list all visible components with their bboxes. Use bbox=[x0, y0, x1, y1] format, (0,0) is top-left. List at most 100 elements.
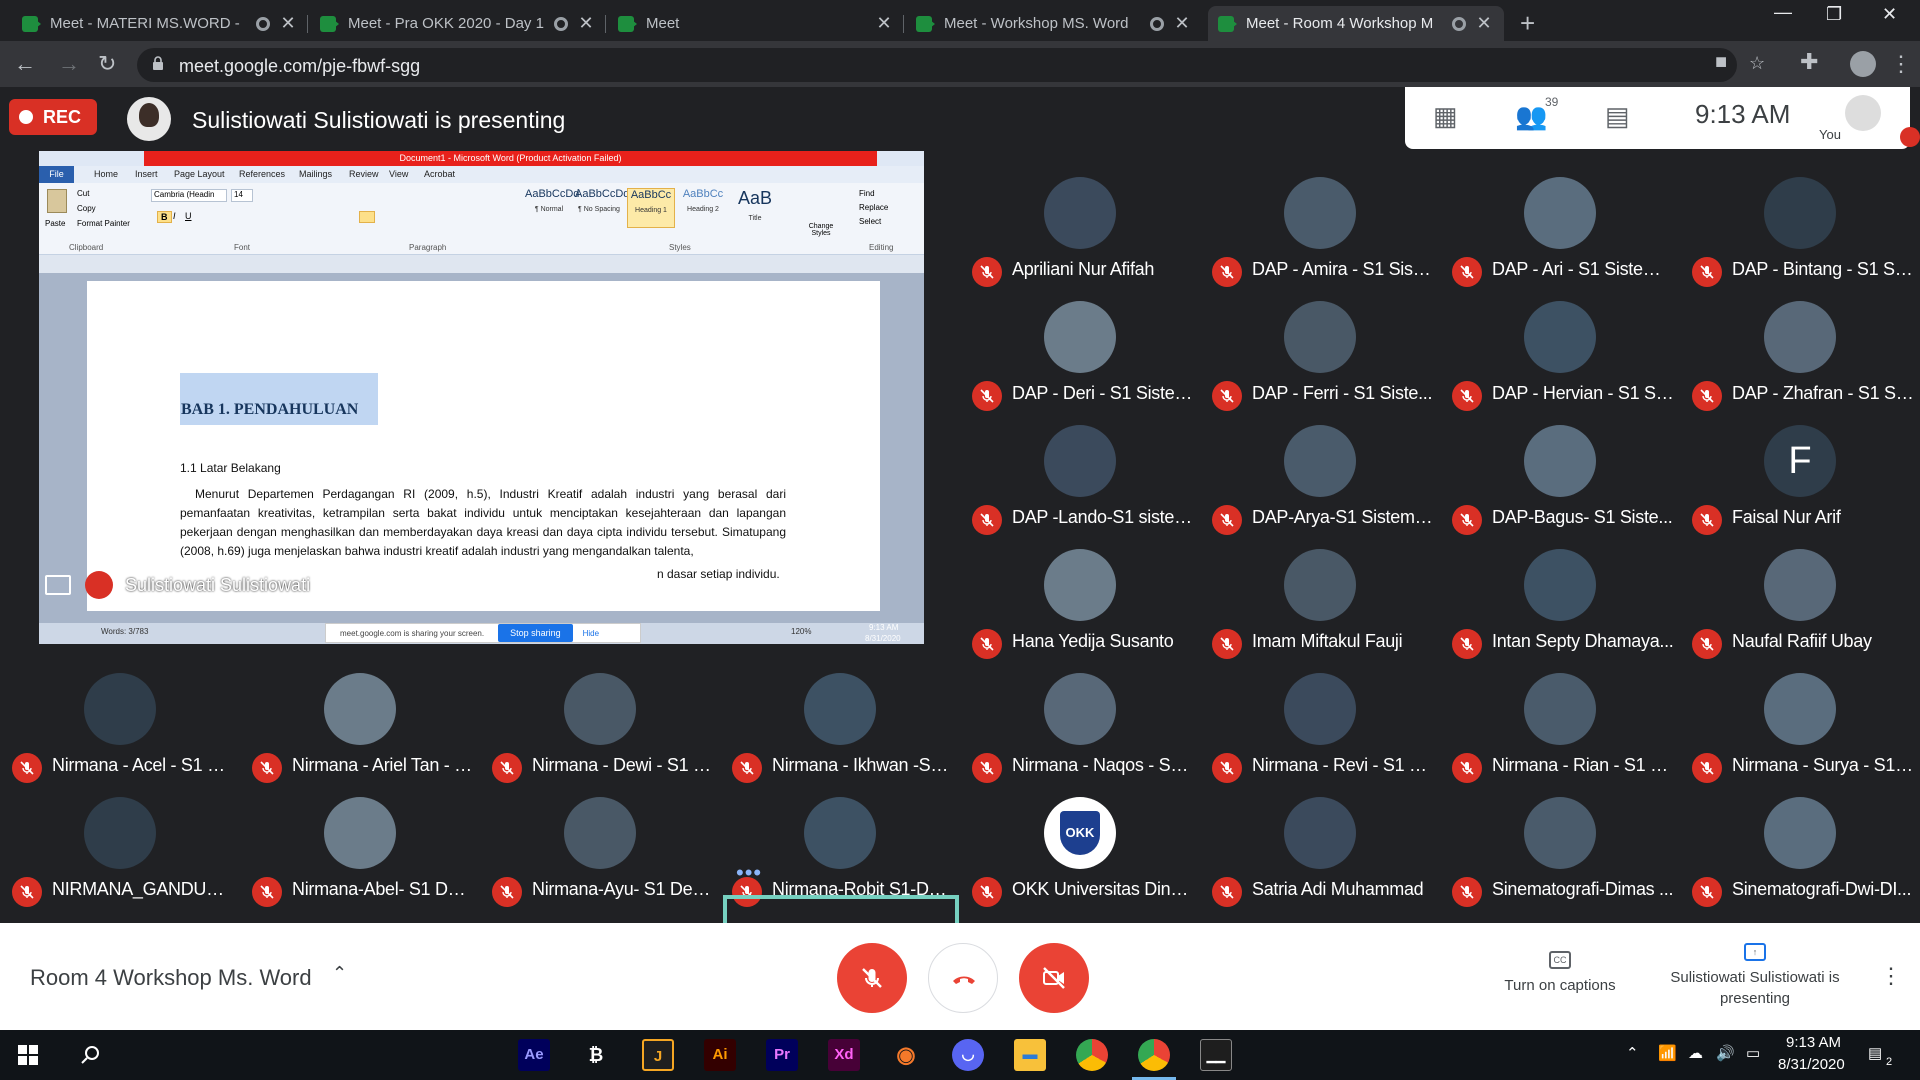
chrome-icon[interactable] bbox=[1132, 1039, 1176, 1080]
close-window-icon[interactable]: ✕ bbox=[1882, 4, 1897, 25]
participant-tile[interactable]: DAP - Zhafran - S1 Sis... bbox=[1680, 297, 1920, 421]
find-button[interactable]: Find bbox=[859, 189, 875, 198]
participant-tile[interactable]: Nirmana - Rian - S1 De... bbox=[1440, 669, 1680, 793]
ribbon-tab-file[interactable]: File bbox=[39, 166, 74, 183]
ribbon-tab-home[interactable]: Home bbox=[94, 169, 118, 179]
camera-toggle-button[interactable] bbox=[1019, 943, 1089, 1013]
participant-tile[interactable]: Sinematografi-Dimas ... bbox=[1440, 793, 1680, 917]
hide-link[interactable]: Hide bbox=[583, 629, 599, 638]
mic-toggle-button[interactable] bbox=[837, 943, 907, 1013]
clock-time[interactable]: 9:13 AM bbox=[1786, 1034, 1841, 1051]
back-icon[interactable]: ← bbox=[14, 51, 36, 77]
file-explorer-icon[interactable]: ▬ bbox=[1014, 1039, 1046, 1071]
restore-icon[interactable]: ❐ bbox=[1826, 4, 1842, 25]
participant-tile[interactable]: Naufal Rafiif Ubay bbox=[1680, 545, 1920, 669]
grid-layout-icon[interactable]: ▦ bbox=[1433, 101, 1458, 132]
terminal-icon[interactable]: ▁▁ bbox=[1200, 1039, 1232, 1071]
participant-tile[interactable]: Nirmana - Ikhwan -S1 ... bbox=[720, 669, 960, 793]
font-size-box[interactable]: 14 bbox=[231, 189, 253, 202]
align-left-button[interactable] bbox=[359, 211, 375, 223]
menu-kebab-icon[interactable]: ⋮ bbox=[1890, 51, 1912, 77]
participant-tile[interactable]: Nirmana - Acel - S1 De... bbox=[0, 669, 240, 793]
forward-icon[interactable]: → bbox=[58, 51, 80, 77]
style-heading-1[interactable]: AaBbCc Heading 1 bbox=[627, 188, 675, 228]
browser-tab[interactable]: Meet ✕ bbox=[608, 6, 904, 41]
participant-tile[interactable]: Hana Yedija Susanto bbox=[960, 545, 1200, 669]
url-field[interactable]: meet.google.com/pje-fbwf-sgg ■ ☆ bbox=[137, 48, 1765, 82]
stop-sharing-button[interactable]: Stop sharing bbox=[498, 624, 573, 642]
blender-icon[interactable]: ◉ bbox=[890, 1039, 922, 1071]
browser-tab[interactable]: Meet - Pra OKK 2020 - Day 1 ✕ bbox=[310, 6, 606, 41]
more-options-icon[interactable]: ••• bbox=[736, 860, 762, 886]
participant-tile[interactable]: DAP - Ari - S1 Sistem I... bbox=[1440, 173, 1680, 297]
reload-icon[interactable]: ↻ bbox=[98, 51, 116, 77]
discord-icon[interactable]: ◡ bbox=[952, 1039, 984, 1071]
cloud-icon[interactable]: ☁ bbox=[1688, 1044, 1703, 1062]
participant-tile[interactable]: DAP - Ferri - S1 Siste... bbox=[1200, 297, 1440, 421]
style-heading-2[interactable]: AaBbCc Heading 2 bbox=[679, 188, 727, 228]
participant-tile[interactable]: Nirmana-Ayu- S1 Desa... bbox=[480, 793, 720, 917]
replace-button[interactable]: Replace bbox=[859, 203, 888, 212]
ribbon-tab-insert[interactable]: Insert bbox=[135, 169, 158, 179]
italic-button[interactable]: I bbox=[173, 211, 176, 221]
style-no-spacing[interactable]: AaBbCcDd ¶ No Spacing bbox=[575, 188, 629, 228]
participant-tile[interactable]: Satria Adi Muhammad bbox=[1200, 793, 1440, 917]
style-title[interactable]: AaB Title bbox=[731, 188, 779, 228]
people-icon[interactable]: 👥 bbox=[1515, 101, 1547, 132]
notifications-icon[interactable]: ▤ bbox=[1868, 1044, 1882, 1062]
meeting-name[interactable]: Room 4 Workshop Ms. Word bbox=[30, 965, 312, 991]
cut-label[interactable]: Cut bbox=[77, 189, 89, 198]
browser-tab[interactable]: Meet - MATERI MS.WORD - ✕ bbox=[12, 6, 308, 41]
minimize-icon[interactable]: — bbox=[1774, 2, 1792, 23]
chrome-icon[interactable] bbox=[1076, 1039, 1108, 1071]
participant-tile[interactable]: DAP-Bagus- S1 Siste... bbox=[1440, 421, 1680, 545]
app-icon[interactable]: J bbox=[642, 1039, 674, 1071]
chat-icon[interactable]: ▤ bbox=[1605, 101, 1630, 132]
new-tab-button[interactable]: + bbox=[1520, 8, 1535, 39]
app-icon[interactable]: ₿ bbox=[580, 1039, 612, 1071]
browser-tab[interactable]: Meet - Workshop MS. Word ✕ bbox=[906, 6, 1202, 41]
leave-call-button[interactable] bbox=[928, 943, 998, 1013]
font-name-box[interactable]: Cambria (Headin bbox=[151, 189, 227, 202]
participant-tile[interactable]: Nirmana - Revi - S1 De... bbox=[1200, 669, 1440, 793]
present-now-button[interactable]: ↑ Sulistiowati Sulistiowati is presentin… bbox=[1660, 943, 1850, 1009]
bold-button[interactable]: B bbox=[157, 211, 172, 223]
style-normal[interactable]: AaBbCcDd ¶ Normal bbox=[525, 188, 579, 228]
highlighted-tile[interactable] bbox=[723, 895, 959, 923]
participant-tile[interactable]: DAP - Hervian - S1 Sis... bbox=[1440, 297, 1680, 421]
participant-tile[interactable]: NIRMANA_GANDUNG... bbox=[0, 793, 240, 917]
profile-avatar[interactable] bbox=[1850, 51, 1876, 77]
participant-tile[interactable]: OKK OKK Universitas Dina... bbox=[960, 793, 1200, 917]
camera-icon[interactable]: ■ bbox=[1715, 51, 1727, 74]
browser-tab-active[interactable]: Meet - Room 4 Workshop M ✕ bbox=[1208, 6, 1504, 41]
after-effects-icon[interactable]: Ae bbox=[518, 1039, 550, 1071]
participant-tile[interactable]: Nirmana - Ariel Tan - S... bbox=[240, 669, 480, 793]
close-tab-icon[interactable]: ✕ bbox=[874, 13, 894, 34]
network-icon[interactable]: 📶 bbox=[1658, 1044, 1677, 1062]
premiere-icon[interactable]: Pr bbox=[766, 1039, 798, 1071]
participant-tile[interactable]: F Faisal Nur Arif bbox=[1680, 421, 1920, 545]
search-icon[interactable] bbox=[80, 1044, 102, 1066]
participant-tile[interactable]: Intan Septy Dhamaya... bbox=[1440, 545, 1680, 669]
participant-tile[interactable]: DAP - Bintang - S1 Sis... bbox=[1680, 173, 1920, 297]
xd-icon[interactable]: Xd bbox=[828, 1039, 860, 1071]
close-tab-icon[interactable]: ✕ bbox=[278, 13, 298, 34]
participant-tile[interactable]: Imam Miftakul Fauji bbox=[1200, 545, 1440, 669]
ribbon-tab-view[interactable]: View bbox=[389, 169, 408, 179]
chevron-up-icon[interactable]: ⌃ bbox=[1626, 1044, 1639, 1062]
paste-icon[interactable] bbox=[47, 189, 67, 213]
change-styles-button[interactable]: Change Styles bbox=[801, 223, 841, 237]
participant-tile[interactable]: Sinematografi-Dwi-DI... bbox=[1680, 793, 1920, 917]
participant-tile[interactable]: DAP-Arya-S1 Sistem I... bbox=[1200, 421, 1440, 545]
clock-date[interactable]: 8/31/2020 bbox=[1778, 1056, 1845, 1073]
format-painter-label[interactable]: Format Painter bbox=[77, 219, 130, 228]
ribbon-tab-mailings[interactable]: Mailings bbox=[299, 169, 332, 179]
ribbon-tab-references[interactable]: References bbox=[239, 169, 285, 179]
self-avatar[interactable] bbox=[1845, 95, 1881, 131]
chevron-up-icon[interactable]: ⌃ bbox=[332, 963, 347, 984]
select-button[interactable]: Select bbox=[859, 217, 881, 226]
volume-icon[interactable]: 🔊 bbox=[1716, 1044, 1735, 1062]
participant-tile[interactable]: Apriliani Nur Afifah bbox=[960, 173, 1200, 297]
participant-tile[interactable]: Nirmana - Dewi - S1 D... bbox=[480, 669, 720, 793]
close-tab-icon[interactable]: ✕ bbox=[576, 13, 596, 34]
